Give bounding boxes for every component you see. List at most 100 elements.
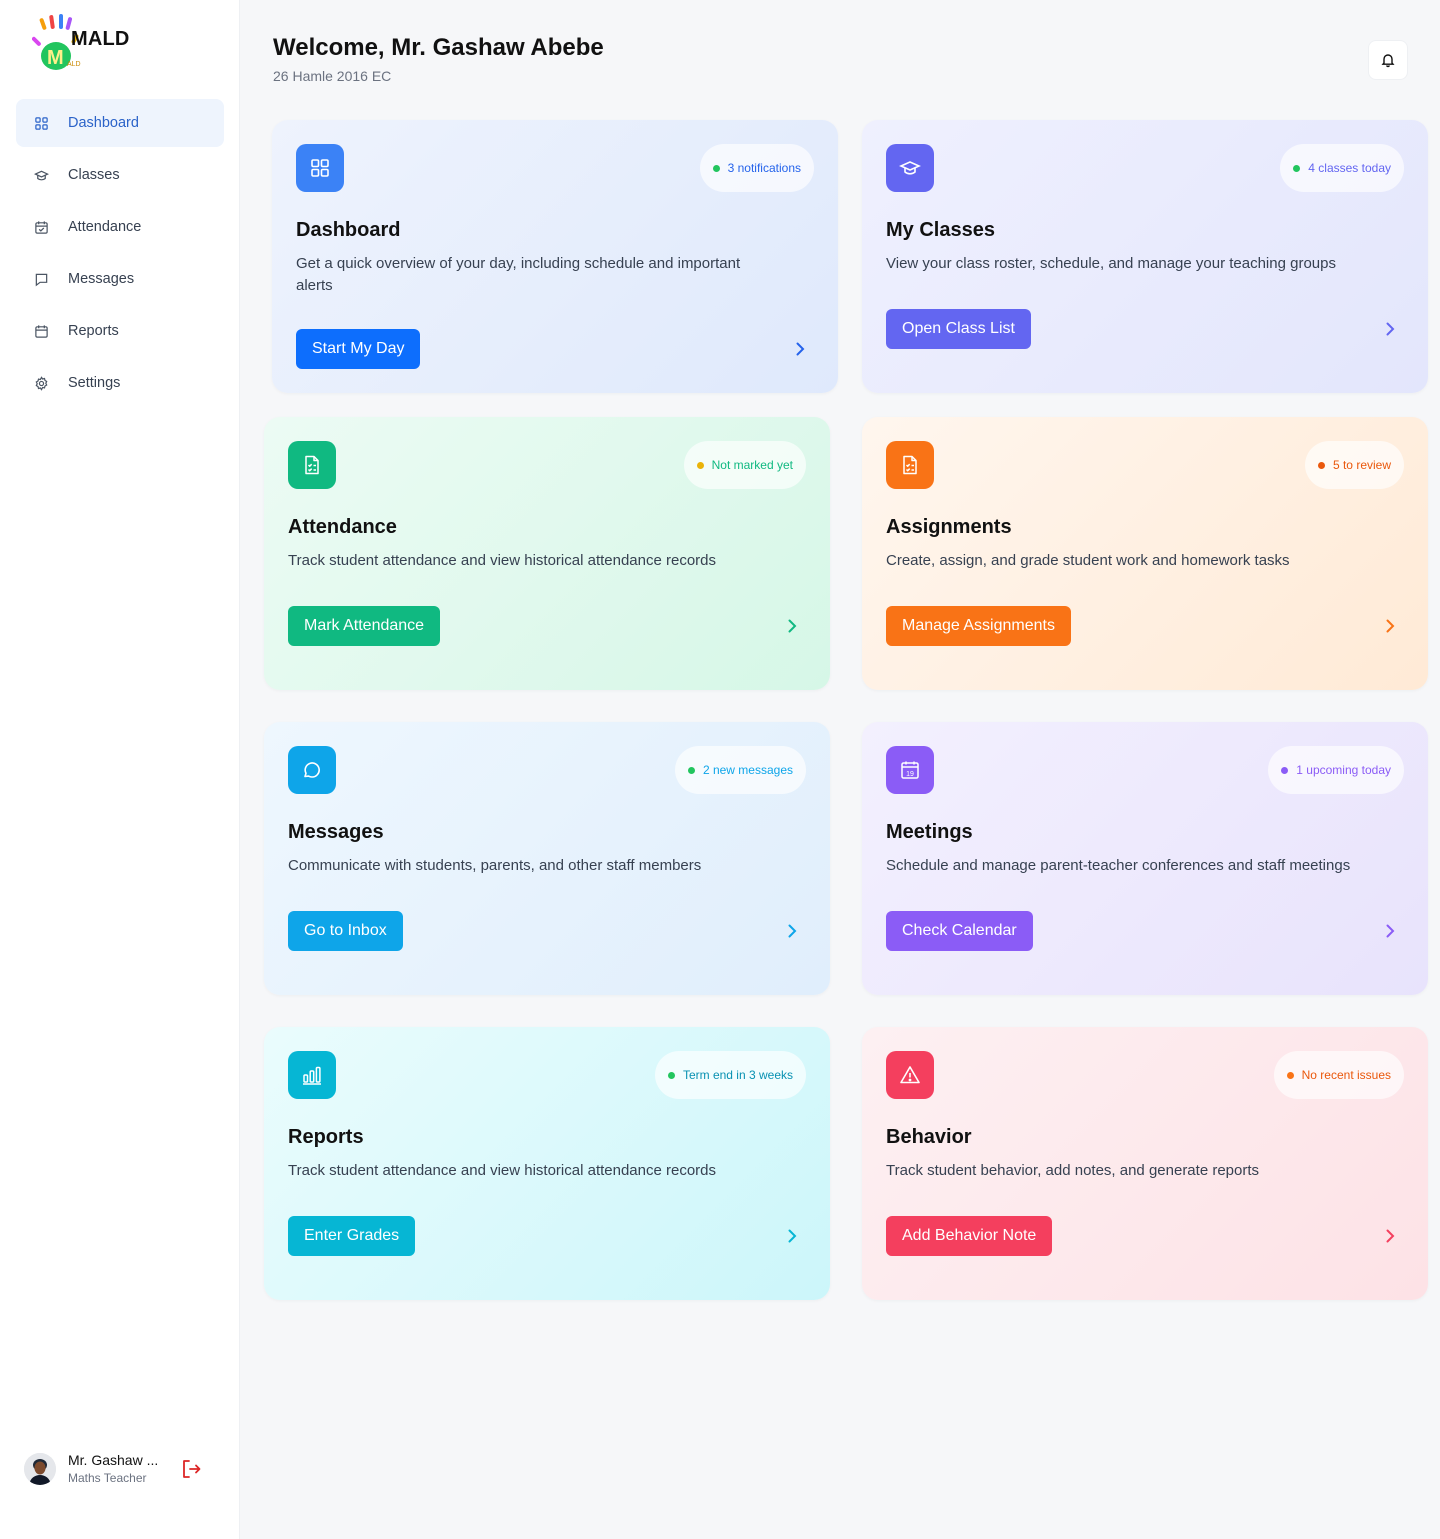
status-dot	[1286, 1071, 1294, 1079]
card-description: Track student attendance and view histor…	[288, 552, 717, 569]
card-meetings: 19 1 upcoming today Meetings Schedule an…	[862, 722, 1428, 995]
status-dot	[1317, 461, 1325, 469]
user-profile[interactable]: Mr. Gashaw ... Maths Teacher	[24, 1450, 216, 1488]
card-title: Messages	[288, 821, 384, 843]
card-description: Get a quick overview of your day, includ…	[296, 253, 740, 297]
card-description: Schedule and manage parent-teacher confe…	[886, 857, 1351, 874]
badge-text: Term end in 3 weeks	[682, 1068, 793, 1082]
card-description-line: Get a quick overview of your day, includ…	[296, 255, 741, 272]
status-badge: Term end in 3 weeks	[654, 1051, 806, 1099]
sidebar-item-label: Settings	[68, 375, 121, 391]
sidebar-item-reports[interactable]: Reports	[16, 307, 224, 355]
card-attendance: Not marked yet Attendance Track student …	[264, 417, 830, 690]
badge-text: 4 classes today	[1308, 161, 1391, 175]
chevron-right-icon[interactable]	[1380, 319, 1400, 339]
grid-icon	[296, 144, 344, 192]
sidebar-item-dashboard[interactable]: Dashboard	[16, 99, 224, 147]
chevron-right-icon[interactable]	[790, 339, 810, 359]
svg-text:M: M	[47, 47, 64, 69]
sidebar-item-messages[interactable]: Messages	[16, 255, 224, 303]
status-badge: No recent issues	[1273, 1051, 1404, 1099]
sidebar-item-label: Classes	[68, 167, 120, 183]
status-badge: 2 new messages	[674, 746, 806, 794]
mark-attendance-button[interactable]: Mark Attendance	[288, 606, 441, 646]
badge-text: 2 new messages	[702, 763, 793, 777]
app-name: MALD	[71, 28, 130, 50]
sidebar-item-label: Reports	[68, 323, 119, 339]
check-calendar-button[interactable]: Check Calendar	[886, 911, 1033, 951]
card-title: Assignments	[886, 516, 1012, 538]
go-to-inbox-button[interactable]: Go to Inbox	[288, 911, 403, 951]
status-badge: 1 upcoming today	[1268, 746, 1404, 794]
status-dot	[687, 766, 695, 774]
card-description: Track student attendance and view histor…	[288, 1162, 717, 1179]
sidebar-item-label: Attendance	[68, 219, 142, 235]
grid-icon	[33, 115, 49, 131]
user-role: Maths Teacher	[68, 1471, 147, 1486]
card-reports: Term end in 3 weeks Reports Track studen…	[264, 1027, 830, 1300]
sidebar-item-classes[interactable]: Classes	[16, 151, 224, 199]
sidebar-item-label: Messages	[68, 271, 135, 287]
sidebar-item-label: Dashboard	[68, 115, 139, 131]
status-badge: 4 classes today	[1280, 144, 1404, 192]
graduation-cap-icon	[33, 167, 49, 183]
warning-icon	[886, 1051, 934, 1099]
status-dot	[667, 1071, 675, 1079]
logout-icon[interactable]	[180, 1458, 202, 1480]
message-icon	[288, 746, 336, 794]
add-behavior-note-button[interactable]: Add Behavior Note	[886, 1216, 1053, 1256]
sidebar: M ALD MALD Dashboard Classes Attendance	[0, 0, 240, 1539]
graduation-cap-icon	[886, 144, 934, 192]
card-description: Communicate with students, parents, and …	[288, 857, 702, 874]
card-assignments: 5 to review Assignments Create, assign, …	[862, 417, 1428, 690]
status-dot	[1293, 164, 1301, 172]
badge-text: 5 to review	[1332, 458, 1391, 472]
card-dashboard: 3 notifications Dashboard Get a quick ov…	[272, 120, 838, 393]
card-title: My Classes	[886, 219, 995, 241]
document-icon	[886, 441, 934, 489]
notifications-button[interactable]	[1368, 40, 1408, 80]
checklist-icon	[288, 441, 336, 489]
user-name: Mr. Gashaw ...	[68, 1452, 159, 1469]
chevron-right-icon[interactable]	[782, 1226, 802, 1246]
svg-text:ALD: ALD	[67, 61, 81, 68]
card-title: Behavior	[886, 1126, 972, 1148]
chevron-right-icon[interactable]	[782, 616, 802, 636]
gear-icon	[33, 375, 49, 391]
sidebar-item-settings[interactable]: Settings	[16, 359, 224, 407]
card-description: Track student behavior, add notes, and g…	[886, 1162, 1260, 1179]
status-badge: 5 to review	[1304, 441, 1404, 489]
card-messages: 2 new messages Messages Communicate with…	[264, 722, 830, 995]
badge-text: 1 upcoming today	[1296, 763, 1391, 777]
current-date: 26 Hamle 2016 EC	[273, 68, 392, 84]
card-title: Attendance	[288, 516, 397, 538]
avatar	[24, 1453, 56, 1485]
page-title: Welcome, Mr. Gashaw Abebe	[273, 34, 604, 61]
card-behavior: No recent issues Behavior Track student …	[862, 1027, 1428, 1300]
status-badge: Not marked yet	[683, 441, 806, 489]
card-description: View your class roster, schedule, and ma…	[886, 255, 1336, 272]
badge-text: 3 notifications	[727, 161, 801, 175]
open-class-list-button[interactable]: Open Class List	[886, 309, 1031, 349]
status-dot	[1281, 766, 1289, 774]
enter-grades-button[interactable]: Enter Grades	[288, 1216, 416, 1256]
sidebar-item-attendance[interactable]: Attendance	[16, 203, 224, 251]
bar-chart-icon	[288, 1051, 336, 1099]
calendar-icon: 19	[886, 746, 934, 794]
status-dot	[712, 164, 720, 172]
chevron-right-icon[interactable]	[1380, 1226, 1400, 1246]
chevron-right-icon[interactable]	[1380, 616, 1400, 636]
card-description-line: alerts	[296, 277, 333, 294]
chevron-right-icon[interactable]	[1380, 921, 1400, 941]
status-badge: 3 notifications	[699, 144, 814, 192]
calendar-day-number: 19	[906, 771, 914, 778]
manage-assignments-button[interactable]: Manage Assignments	[886, 606, 1071, 646]
card-my-classes: 4 classes today My Classes View your cla…	[862, 120, 1428, 393]
chevron-right-icon[interactable]	[782, 921, 802, 941]
message-icon	[33, 271, 49, 287]
bell-icon	[1381, 54, 1395, 68]
start-my-day-button[interactable]: Start My Day	[296, 329, 421, 369]
badge-text: No recent issues	[1301, 1068, 1391, 1082]
card-title: Reports	[288, 1126, 364, 1148]
sidebar-nav: Dashboard Classes Attendance Messages Re…	[16, 99, 224, 411]
